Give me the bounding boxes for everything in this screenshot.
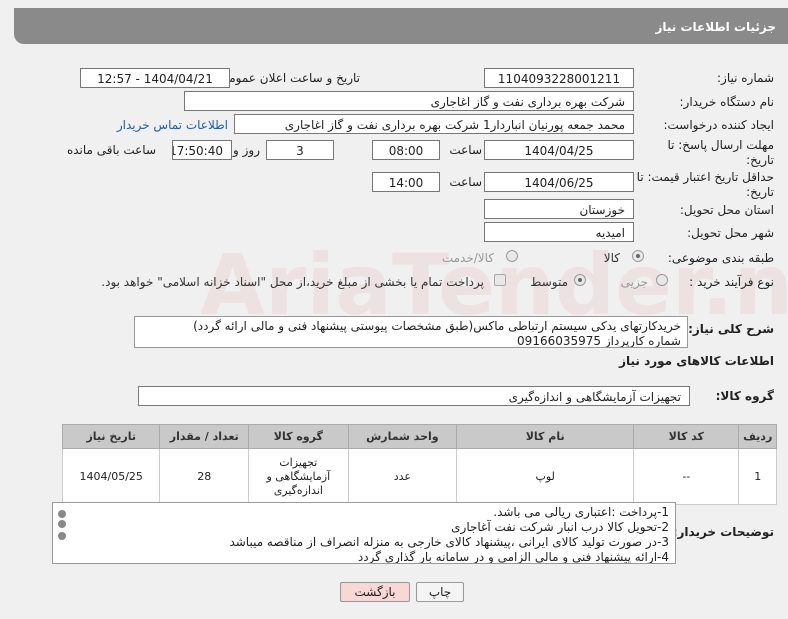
buyer-org-field: شرکت بهره برداری نفت و گاز اغاجاری xyxy=(184,91,634,111)
city-field: امیدیه xyxy=(484,222,634,242)
scroll-thumb-icon[interactable] xyxy=(58,520,66,528)
days-label: روز و xyxy=(233,143,260,157)
need-number-label: شماره نیاز: xyxy=(717,71,774,85)
buyer-notes-label: توضیحات خریدار: xyxy=(672,525,774,539)
payment-note: پرداخت تمام یا بخشی از مبلغ خرید،از محل … xyxy=(101,275,484,289)
page-frame: جزئیات اطلاعات نیاز AriaTender.net شماره… xyxy=(0,0,788,619)
price-validity-label: حداقل تاریخ اعتبار قیمت: تا تاریخ: xyxy=(636,170,774,199)
table-row: 1 -- لوپ عدد تجهیزات آزمایشگاهی و اندازه… xyxy=(61,448,777,505)
announce-label: تاریخ و ساعت اعلان عمومی: xyxy=(215,71,360,85)
process-medium-radio[interactable] xyxy=(574,274,586,286)
city-label: شهر محل تحویل: xyxy=(687,226,774,240)
price-validity-time-label: ساعت xyxy=(449,175,482,189)
deadline-time-label: ساعت xyxy=(449,143,482,157)
contact-info-link[interactable]: اطلاعات تماس خریدار xyxy=(117,118,228,132)
announce-field: 1404/04/21 - 12:57 xyxy=(80,68,230,88)
goods-table: ردیف کد کالا نام کالا واحد شمارش گروه کا… xyxy=(61,424,777,505)
cell-unit: عدد xyxy=(347,448,458,505)
deadline-date-field: 1404/04/25 xyxy=(484,140,634,160)
cell-code: -- xyxy=(633,448,740,505)
process-medium-label: متوسط xyxy=(530,275,568,289)
province-label: استان محل تحویل: xyxy=(679,203,774,217)
price-validity-time-field: 14:00 xyxy=(372,172,440,192)
remaining-time-field: 17:50:40 xyxy=(172,140,232,160)
col-date: تاریخ نیاز xyxy=(61,424,161,449)
need-number-field: 1104093228001211 xyxy=(484,68,634,88)
cell-qty: 28 xyxy=(159,448,250,505)
process-small-label: جزیی xyxy=(620,275,648,289)
deadline-label: مهلت ارسال پاسخ: تا تاریخ: xyxy=(667,138,774,167)
description-label: شرح کلی نیاز: xyxy=(688,322,774,336)
deadline-time-field: 08:00 xyxy=(372,140,440,160)
col-group: گروه کالا xyxy=(248,424,349,449)
col-unit: واحد شمارش xyxy=(347,424,458,449)
buyer-notes-text: 1-پرداخت :اعتباری ریالی می باشد. 2-تحویل… xyxy=(52,502,676,564)
scroll-down-icon[interactable] xyxy=(58,532,66,540)
col-qty: تعداد / مقدار xyxy=(159,424,250,449)
scroll-up-icon[interactable] xyxy=(58,510,66,518)
payment-checkbox[interactable] xyxy=(494,274,506,286)
category-goods-service-radio[interactable] xyxy=(506,250,518,262)
category-label: طبقه بندی موضوعی: xyxy=(667,251,774,265)
col-row: ردیف xyxy=(738,424,777,449)
goods-group-field: تجهیزات آزمایشگاهی و اندازه‌گیری xyxy=(138,386,690,406)
goods-group-label: گروه کالا: xyxy=(715,389,774,403)
category-goods-radio[interactable] xyxy=(632,250,644,262)
requester-label: ایجاد کننده درخواست: xyxy=(663,118,774,132)
description-text: خریدکارتهای یدکی سیستم ارتباطی ماکس(طبق … xyxy=(134,316,688,348)
buyer-org-label: نام دستگاه خریدار: xyxy=(679,95,775,109)
price-validity-date-field: 1404/06/25 xyxy=(484,172,634,192)
table-header-row: ردیف کد کالا نام کالا واحد شمارش گروه کا… xyxy=(61,424,777,449)
col-name: نام کالا xyxy=(456,424,635,449)
cell-date: 1404/05/25 xyxy=(61,448,161,505)
category-goods-service-label: کالا/خدمت xyxy=(441,251,494,265)
page-title: جزئیات اطلاعات نیاز xyxy=(14,8,788,44)
print-button[interactable]: چاپ xyxy=(416,582,464,602)
province-field: خوزستان xyxy=(484,199,634,219)
process-label: نوع فرآیند خرید : xyxy=(689,275,774,289)
cell-row: 1 xyxy=(738,448,777,505)
requester-field: محمد جمعه پورنیان انباردار1 شرکت بهره بر… xyxy=(234,114,634,134)
goods-info-title: اطلاعات کالاهای مورد نیاز xyxy=(619,354,774,368)
col-code: کد کالا xyxy=(633,424,740,449)
back-button[interactable]: بازگشت xyxy=(340,582,410,602)
cell-name: لوپ xyxy=(456,448,635,505)
category-goods-label: کالا xyxy=(603,251,620,265)
cell-group: تجهیزات آزمایشگاهی و اندازه‌گیری xyxy=(248,448,349,505)
remaining-label: ساعت باقی مانده xyxy=(66,143,156,157)
process-small-radio[interactable] xyxy=(656,274,668,286)
days-field: 3 xyxy=(266,140,334,160)
